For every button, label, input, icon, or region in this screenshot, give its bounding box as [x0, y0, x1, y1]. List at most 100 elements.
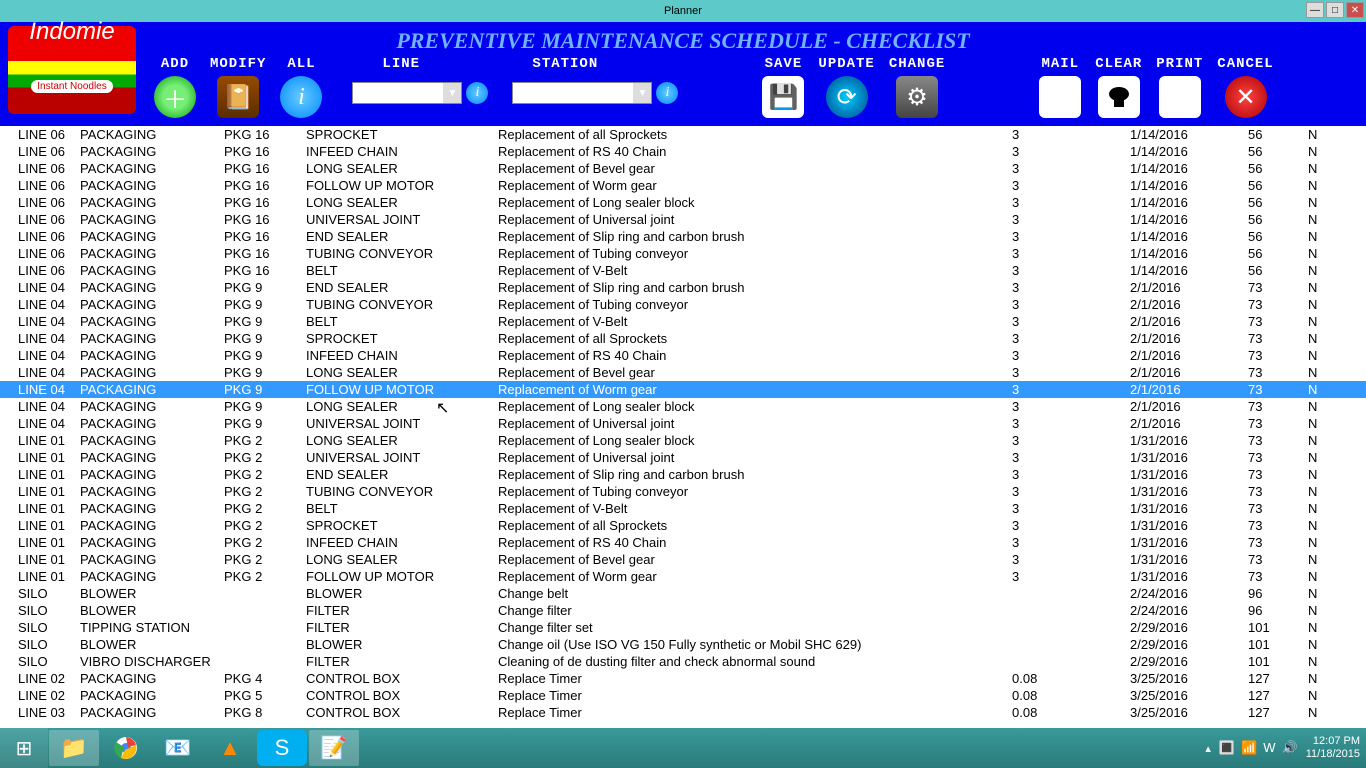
all-button[interactable]: i: [280, 76, 322, 118]
cell-line: LINE 04: [0, 331, 80, 346]
cell-days: 73: [1248, 433, 1308, 448]
cell-desc: Change belt: [498, 586, 1012, 601]
table-row[interactable]: LINE 06PACKAGINGPKG 16FOLLOW UP MOTORRep…: [0, 177, 1366, 194]
cell-station: PACKAGING: [80, 569, 224, 584]
volume-icon[interactable]: 🔊: [1282, 740, 1298, 756]
line-info-button[interactable]: i: [466, 82, 488, 104]
cell-flag: N: [1308, 654, 1338, 669]
cell-code: PKG 16: [224, 263, 306, 278]
station-combo[interactable]: ▼: [512, 82, 652, 104]
table-row[interactable]: LINE 01PACKAGINGPKG 2LONG SEALERReplacem…: [0, 551, 1366, 568]
cell-part: BELT: [306, 314, 498, 329]
cell-desc: Replacement of all Sprockets: [498, 518, 1012, 533]
cell-desc: Replacement of Tubing conveyor: [498, 484, 1012, 499]
line-combo[interactable]: ▼: [352, 82, 462, 104]
task-chrome[interactable]: [101, 730, 151, 766]
cell-part: FOLLOW UP MOTOR: [306, 178, 498, 193]
cell-line: LINE 01: [0, 501, 80, 516]
table-row[interactable]: LINE 04PACKAGINGPKG 9FOLLOW UP MOTORRepl…: [0, 381, 1366, 398]
table-row[interactable]: SILOBLOWERBLOWERChange belt2/24/201696N: [0, 585, 1366, 602]
save-button[interactable]: 💾: [762, 76, 804, 118]
cell-days: 73: [1248, 331, 1308, 346]
add-button[interactable]: ＋: [154, 76, 196, 118]
cell-line: LINE 06: [0, 263, 80, 278]
cell-desc: Replacement of RS 40 Chain: [498, 144, 1012, 159]
table-row[interactable]: LINE 04PACKAGINGPKG 9LONG SEALERReplacem…: [0, 398, 1366, 415]
table-row[interactable]: LINE 01PACKAGINGPKG 2UNIVERSAL JOINTRepl…: [0, 449, 1366, 466]
network-icon[interactable]: 🔳: [1219, 740, 1235, 756]
task-outlook[interactable]: 📧: [153, 730, 203, 766]
cell-part: INFEED CHAIN: [306, 535, 498, 550]
station-info-button[interactable]: i: [656, 82, 678, 104]
table-row[interactable]: SILOBLOWERFILTERChange filter2/24/201696…: [0, 602, 1366, 619]
table-row[interactable]: LINE 04PACKAGINGPKG 9INFEED CHAINReplace…: [0, 347, 1366, 364]
task-vlc[interactable]: ▲: [205, 730, 255, 766]
cell-line: LINE 04: [0, 280, 80, 295]
table-row[interactable]: LINE 06PACKAGINGPKG 16SPROCKETReplacemen…: [0, 126, 1366, 143]
table-row[interactable]: LINE 06PACKAGINGPKG 16BELTReplacement of…: [0, 262, 1366, 279]
table-row[interactable]: LINE 01PACKAGINGPKG 2INFEED CHAINReplace…: [0, 534, 1366, 551]
start-button[interactable]: ⊞: [0, 728, 48, 768]
print-button[interactable]: 🖨: [1159, 76, 1201, 118]
table-row[interactable]: LINE 03PACKAGINGPKG 8CONTROL BOXReplace …: [0, 704, 1366, 721]
task-file-explorer[interactable]: 📁: [49, 730, 99, 766]
cell-code: PKG 16: [224, 161, 306, 176]
cell-days: 96: [1248, 586, 1308, 601]
mail-button[interactable]: ✉: [1039, 76, 1081, 118]
data-grid[interactable]: ↖ LINE 06PACKAGINGPKG 16SPROCKETReplacem…: [0, 126, 1366, 726]
change-button[interactable]: ⚙: [896, 76, 938, 118]
cell-station: PACKAGING: [80, 518, 224, 533]
cell-code: PKG 2: [224, 535, 306, 550]
wifi-icon[interactable]: 📶: [1241, 740, 1257, 756]
table-row[interactable]: LINE 02PACKAGINGPKG 4CONTROL BOXReplace …: [0, 670, 1366, 687]
update-button[interactable]: ⟳: [826, 76, 868, 118]
table-row[interactable]: LINE 01PACKAGINGPKG 2BELTReplacement of …: [0, 500, 1366, 517]
cell-desc: Replacement of V-Belt: [498, 501, 1012, 516]
table-row[interactable]: SILOBLOWERBLOWERChange oil (Use ISO VG 1…: [0, 636, 1366, 653]
table-row[interactable]: LINE 01PACKAGINGPKG 2LONG SEALERReplacem…: [0, 432, 1366, 449]
table-row[interactable]: LINE 04PACKAGINGPKG 9SPROCKETReplacement…: [0, 330, 1366, 347]
cell-days: 101: [1248, 620, 1308, 635]
maximize-button[interactable]: □: [1326, 2, 1344, 18]
task-skype[interactable]: S: [257, 730, 307, 766]
clock[interactable]: 12:07 PM 11/18/2015: [1306, 735, 1360, 761]
cell-days: 73: [1248, 280, 1308, 295]
table-row[interactable]: SILOTIPPING STATIONFILTERChange filter s…: [0, 619, 1366, 636]
table-row[interactable]: LINE 06PACKAGINGPKG 16TUBING CONVEYORRep…: [0, 245, 1366, 262]
cell-station: BLOWER: [80, 637, 224, 652]
cancel-label: CANCEL: [1217, 56, 1273, 72]
table-row[interactable]: LINE 01PACKAGINGPKG 2END SEALERReplaceme…: [0, 466, 1366, 483]
table-row[interactable]: LINE 06PACKAGINGPKG 16UNIVERSAL JOINTRep…: [0, 211, 1366, 228]
table-row[interactable]: LINE 06PACKAGINGPKG 16LONG SEALERReplace…: [0, 194, 1366, 211]
table-row[interactable]: LINE 04PACKAGINGPKG 9LONG SEALERReplacem…: [0, 364, 1366, 381]
cancel-button[interactable]: ✕: [1225, 76, 1267, 118]
table-row[interactable]: LINE 06PACKAGINGPKG 16LONG SEALERReplace…: [0, 160, 1366, 177]
table-row[interactable]: LINE 04PACKAGINGPKG 9TUBING CONVEYORRepl…: [0, 296, 1366, 313]
cell-code: PKG 9: [224, 416, 306, 431]
table-row[interactable]: LINE 04PACKAGINGPKG 9BELTReplacement of …: [0, 313, 1366, 330]
table-row[interactable]: LINE 01PACKAGINGPKG 2TUBING CONVEYORRepl…: [0, 483, 1366, 500]
table-row[interactable]: LINE 06PACKAGINGPKG 16INFEED CHAINReplac…: [0, 143, 1366, 160]
table-row[interactable]: LINE 04PACKAGINGPKG 9END SEALERReplaceme…: [0, 279, 1366, 296]
tray-expand-icon[interactable]: ▴: [1205, 742, 1211, 755]
cell-date: 2/1/2016: [1130, 314, 1248, 329]
table-row[interactable]: SILOVIBRO DISCHARGERFILTERCleaning of de…: [0, 653, 1366, 670]
cell-desc: Replacement of Slip ring and carbon brus…: [498, 467, 1012, 482]
table-row[interactable]: LINE 06PACKAGINGPKG 16END SEALERReplacem…: [0, 228, 1366, 245]
table-row[interactable]: LINE 01PACKAGINGPKG 2FOLLOW UP MOTORRepl…: [0, 568, 1366, 585]
minimize-button[interactable]: —: [1306, 2, 1324, 18]
cell-part: FOLLOW UP MOTOR: [306, 382, 498, 397]
cell-desc: Replacement of Worm gear: [498, 178, 1012, 193]
word-icon[interactable]: W: [1263, 740, 1275, 756]
close-button[interactable]: ✕: [1346, 2, 1364, 18]
cell-date: 1/14/2016: [1130, 229, 1248, 244]
table-row[interactable]: LINE 02PACKAGINGPKG 5CONTROL BOXReplace …: [0, 687, 1366, 704]
clear-button[interactable]: [1098, 76, 1140, 118]
cell-days: 56: [1248, 263, 1308, 278]
task-notepad[interactable]: 📝: [309, 730, 359, 766]
cell-flag: N: [1308, 263, 1338, 278]
modify-button[interactable]: 📔: [217, 76, 259, 118]
cell-desc: Cleaning of de dusting filter and check …: [498, 654, 1012, 669]
table-row[interactable]: LINE 04PACKAGINGPKG 9UNIVERSAL JOINTRepl…: [0, 415, 1366, 432]
table-row[interactable]: LINE 01PACKAGINGPKG 2SPROCKETReplacement…: [0, 517, 1366, 534]
